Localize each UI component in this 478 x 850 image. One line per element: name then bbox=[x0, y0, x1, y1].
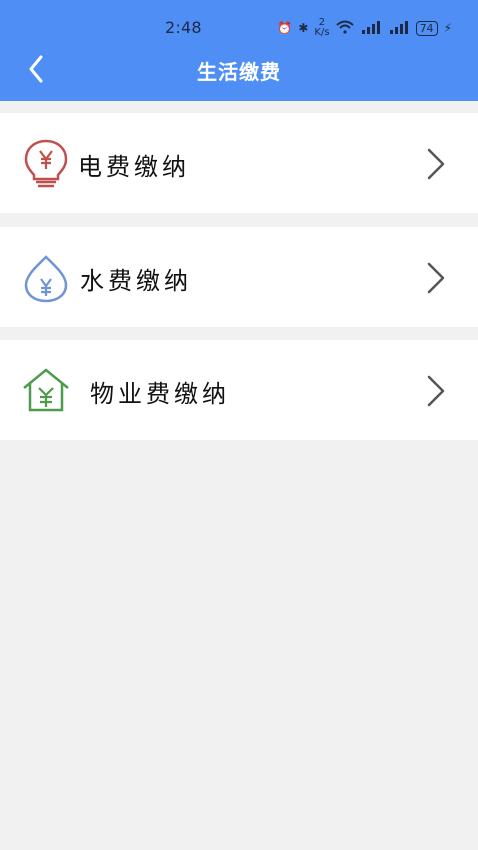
water-label: 水费缴纳 bbox=[80, 267, 192, 295]
list-item-property[interactable]: 物业费缴纳 bbox=[0, 340, 478, 440]
wifi-icon bbox=[335, 20, 354, 37]
list-item-electricity[interactable]: 电费缴纳 bbox=[0, 113, 478, 213]
electricity-label: 电费缴纳 bbox=[78, 153, 190, 181]
page-title: 生活缴费 bbox=[197, 60, 281, 84]
chevron-right-icon bbox=[427, 262, 445, 294]
property-label: 物业费缴纳 bbox=[90, 380, 230, 408]
chevron-right-icon bbox=[427, 375, 445, 407]
battery-level: 74 bbox=[419, 21, 434, 35]
chevron-right-icon bbox=[427, 148, 445, 180]
status-time: 2:48 bbox=[165, 18, 202, 37]
app-header: 2:48 ⏰ ✱ 2 K/s 74 ⚡ 生活缴费 bbox=[0, 0, 478, 101]
list-item-water[interactable]: 水费缴纳 bbox=[0, 227, 478, 327]
status-icons: ⏰ ✱ 2 K/s 74 ⚡ bbox=[277, 18, 452, 38]
signal-5g-icon bbox=[388, 20, 410, 37]
net-speed-unit: K/s bbox=[314, 27, 330, 38]
battery-indicator: 74 bbox=[415, 20, 438, 36]
electric-bulb-yuan-icon bbox=[24, 139, 68, 188]
status-bar: 2:48 ⏰ ✱ 2 K/s 74 ⚡ bbox=[0, 0, 478, 40]
net-speed: 2 K/s bbox=[314, 18, 329, 38]
alarm-icon: ⏰ bbox=[277, 21, 293, 35]
charging-icon: ⚡ bbox=[443, 21, 452, 35]
water-drop-yuan-icon bbox=[24, 255, 68, 303]
signal-4g-icon bbox=[360, 20, 382, 37]
house-yuan-icon bbox=[23, 368, 69, 412]
bluetooth-icon: ✱ bbox=[298, 21, 309, 35]
